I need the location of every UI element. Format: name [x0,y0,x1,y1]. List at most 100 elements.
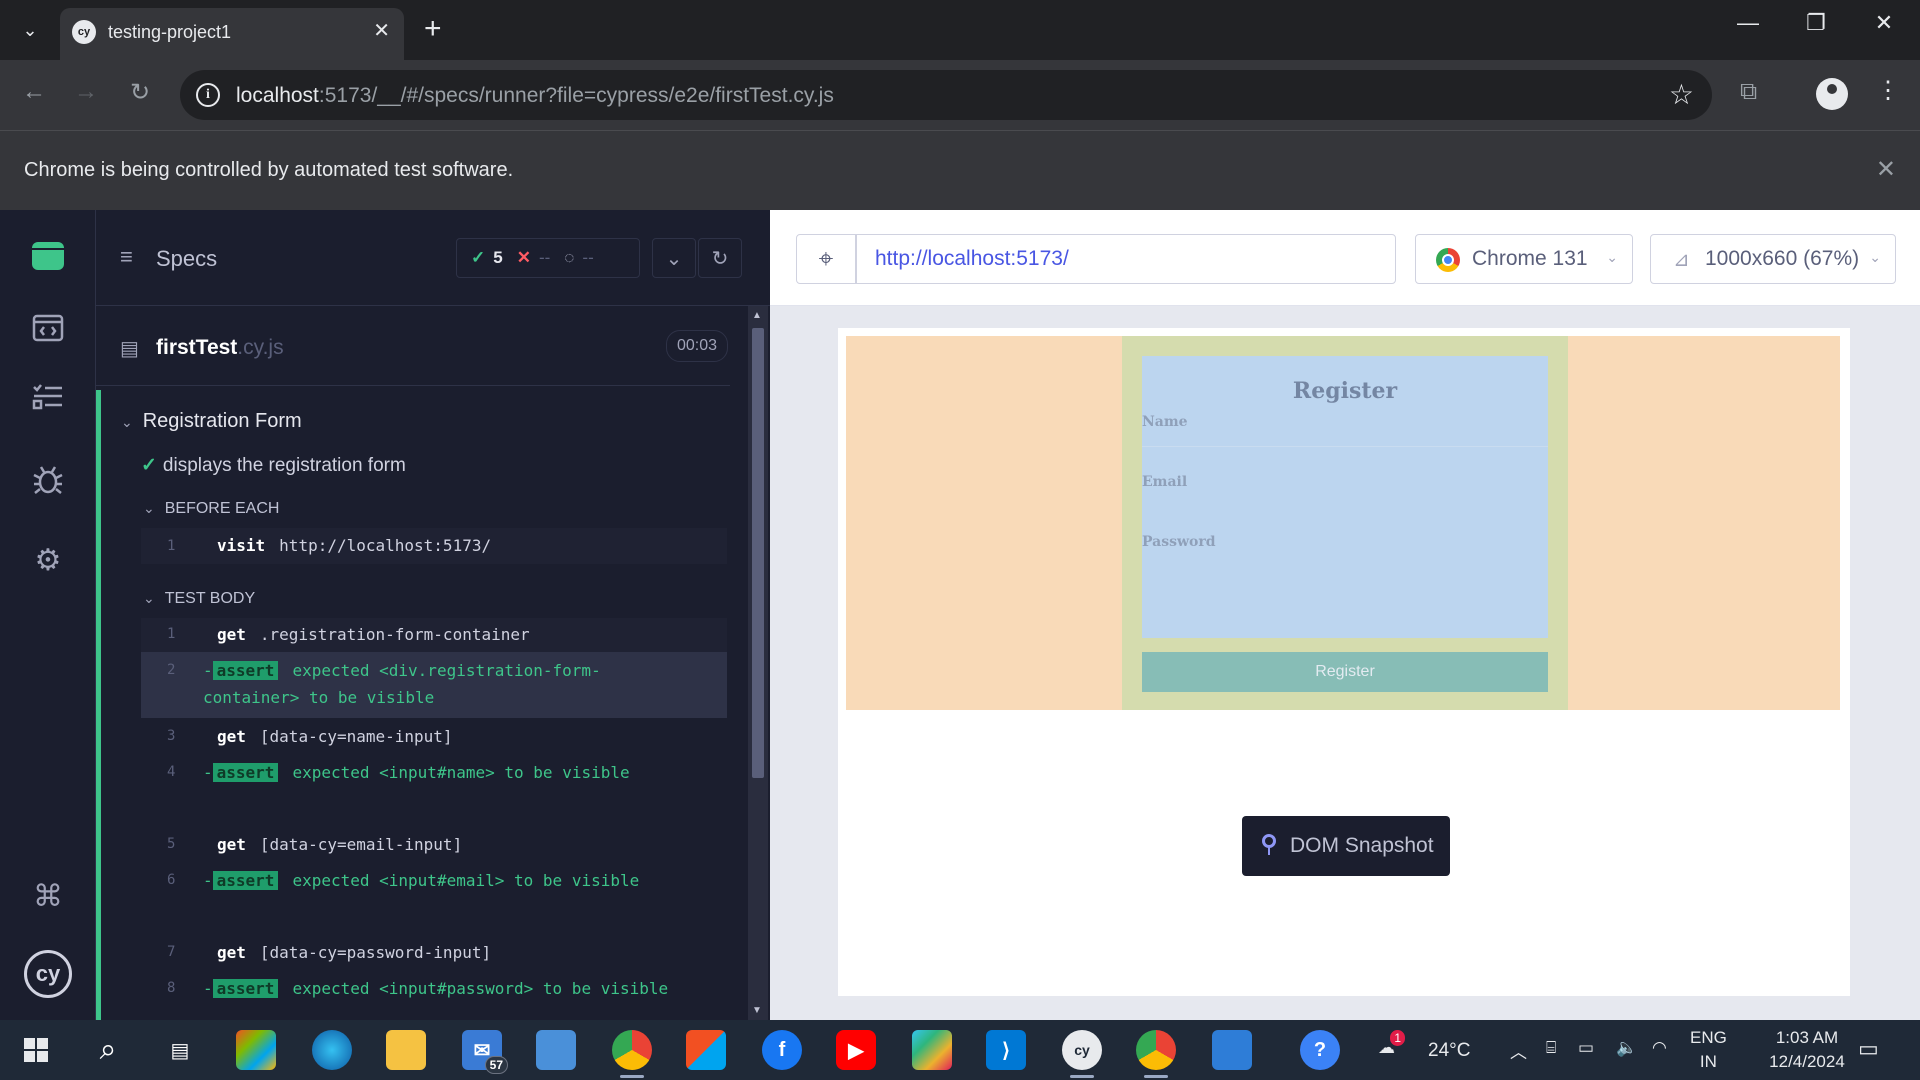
assert-row[interactable]: 4 - assert expected <input#name> to be vis… [141,756,727,826]
volume-icon[interactable]: 🔈 [1616,1038,1637,1080]
pin-icon [1262,834,1276,855]
extensions-puzzle-icon[interactable]: ⧉ [1740,78,1757,106]
before-each-hook[interactable]: ⌄ BEFORE EACH [143,500,279,518]
new-tab-plus-icon[interactable]: + [424,12,442,46]
rerun-icon[interactable]: ↻ [698,238,742,278]
chrome-taskbar-icon[interactable] [612,1030,652,1078]
specs-label[interactable]: Specs [156,246,217,272]
runs-list-icon[interactable] [28,376,68,416]
command-row[interactable]: 1 get .registration-form-container [141,618,727,652]
help-icon[interactable]: ? [1300,1030,1340,1070]
command-row[interactable]: 1 visit http://localhost:5173/ [141,528,727,564]
scroll-down-arrow-icon[interactable]: ▼ [752,1005,762,1016]
weather-cloud-icon[interactable]: ☁ 1 [1378,1030,1405,1080]
registration-form-container: Register Name Email Password Register [1122,336,1568,710]
debug-bug-icon[interactable] [28,460,68,500]
email-label: Email [1142,474,1188,490]
minimize-icon[interactable]: — [1728,10,1768,36]
address-bar[interactable]: i localhost:5173/__/#/specs/runner?file=… [180,70,1712,120]
edge-icon[interactable] [312,1030,352,1070]
search-icon[interactable]: ⌕ [88,1030,128,1070]
browser-tab[interactable]: cy testing-project1 ✕ [60,8,404,60]
forward-arrow-icon[interactable]: → [68,78,104,106]
aut-iframe: Register Name Email Password Register [838,328,1850,996]
profile-avatar-icon[interactable] [1816,78,1848,110]
test-title[interactable]: ✓ displays the registration form [141,454,406,477]
command-row[interactable]: 7 get [data-cy=password-input] [141,936,727,970]
url-path: :5173/__/#/specs/runner?file=cypress/e2e… [318,84,834,107]
cypress-favicon-icon: cy [72,20,96,44]
temperature[interactable]: 24°C [1428,1040,1470,1080]
infobar-message: Chrome is being controlled by automated … [24,159,514,181]
language-indicator[interactable]: ENG IN [1690,1026,1727,1080]
chevron-down-icon: ⌄ [121,414,133,430]
command-row[interactable]: 3 get [data-cy=name-input] [141,720,727,754]
project-app-icon[interactable] [32,242,64,270]
restore-icon[interactable]: ❐ [1796,10,1836,36]
settings-gear-icon[interactable]: ⚙ [28,540,68,580]
mail-badge: 57 [484,1056,508,1074]
browser-menu-icon[interactable]: ⋮ [1876,76,1900,105]
assert-row[interactable]: 8 - assert expected <input#password> to be… [141,972,727,1020]
keyboard-shortcuts-icon[interactable]: ⌘ [28,876,68,916]
vscode-icon[interactable]: ⟩ [986,1030,1026,1070]
viewport-ruler-icon: ⊿ [1673,249,1690,271]
name-input[interactable] [1142,446,1548,447]
chevron-down-icon: ⌄ [143,590,155,606]
tab-close-icon[interactable]: ✕ [373,18,390,43]
window-close-icon[interactable]: ✕ [1864,10,1904,36]
scroll-thumb[interactable] [752,328,764,778]
command-log-reporter: ≡ Specs ✓ 5 ✕ -- ◌ -- ⌄ ↻ ▤ firstTest.cy.js… [96,210,770,1020]
notifications-icon[interactable]: ▭23 [1858,1036,1879,1080]
suite-title[interactable]: ⌄ Registration Form [121,410,302,433]
assert-row[interactable]: 6 - assert expected <input#email> to be vi… [141,864,727,934]
cypress-app-icon[interactable]: cy [1062,1030,1102,1078]
windows-start-icon[interactable] [16,1030,56,1070]
name-label: Name [1142,414,1188,430]
command-row[interactable]: 5 get [data-cy=email-input] [141,828,727,862]
register-button[interactable]: Register [1142,652,1548,692]
chevron-down-icon: ⌄ [1606,249,1618,265]
bookmark-star-icon[interactable]: ☆ [1669,78,1694,111]
ms-store-icon[interactable] [686,1030,726,1070]
selector-playground-crosshair-icon[interactable]: ⌖ [796,234,856,284]
site-info-icon[interactable]: i [196,83,220,107]
scroll-up-arrow-icon[interactable]: ▲ [752,310,762,321]
form-title: Register [1292,378,1398,404]
facebook-icon[interactable]: f [762,1030,802,1070]
chrome-taskbar-icon-2[interactable] [1136,1030,1176,1078]
assert-row[interactable]: 2 - assert expected <div.registration-form… [141,652,727,718]
browser-selector[interactable]: Chrome 131 ⌄ [1415,234,1633,284]
tray-chevron-up-icon[interactable]: ︿ [1510,1038,1527,1080]
dom-snapshot-badge[interactable]: DOM Snapshot [1242,816,1450,876]
file-explorer-icon[interactable] [386,1030,426,1070]
aut-url[interactable]: http://localhost:5173/ [856,234,1396,284]
address-url[interactable]: localhost:5173/__/#/specs/runner?file=cy… [236,84,834,108]
photos-icon[interactable] [1212,1030,1252,1070]
aut-header: ⌖ http://localhost:5173/ Chrome 131 ⌄ ⊿ … [770,210,1920,306]
test-body-hook[interactable]: ⌄ TEST BODY [143,590,255,608]
specs-list-icon[interactable]: ≡ [120,244,133,270]
x-icon: ✕ [516,248,531,267]
copilot-icon[interactable] [236,1030,276,1070]
wifi-icon[interactable]: ◠ [1652,1038,1667,1080]
collapse-chevron-icon[interactable]: ⌄ [652,238,696,278]
meet-now-icon[interactable]: ⌸ [1546,1038,1556,1080]
spec-file-name[interactable]: firstTest.cy.js [156,336,284,360]
viewport-info[interactable]: ⊿ 1000x660 (67%) ⌄ [1650,234,1896,284]
document-icon: ▤ [120,338,139,360]
laptop-app-icon[interactable] [536,1030,576,1070]
specs-nav-icon[interactable] [28,308,68,348]
back-arrow-icon[interactable]: ← [16,78,52,106]
tab-search-chevron-icon[interactable]: ⌄ [10,12,50,48]
mail-icon[interactable]: ✉ 57 [462,1030,508,1074]
slack-icon[interactable] [912,1030,952,1070]
task-view-icon[interactable]: ▤ [160,1030,200,1070]
clock[interactable]: 1:03 AM 12/4/2024 [1752,1026,1862,1080]
battery-icon[interactable]: ▭ [1578,1038,1594,1080]
youtube-icon[interactable]: ▶ [836,1030,876,1070]
reporter-scrollbar[interactable]: ▲ ▼ [748,306,768,1020]
infobar-close-icon[interactable]: ✕ [1876,155,1896,184]
reload-icon[interactable]: ↻ [122,78,158,107]
url-host: localhost [236,84,319,107]
